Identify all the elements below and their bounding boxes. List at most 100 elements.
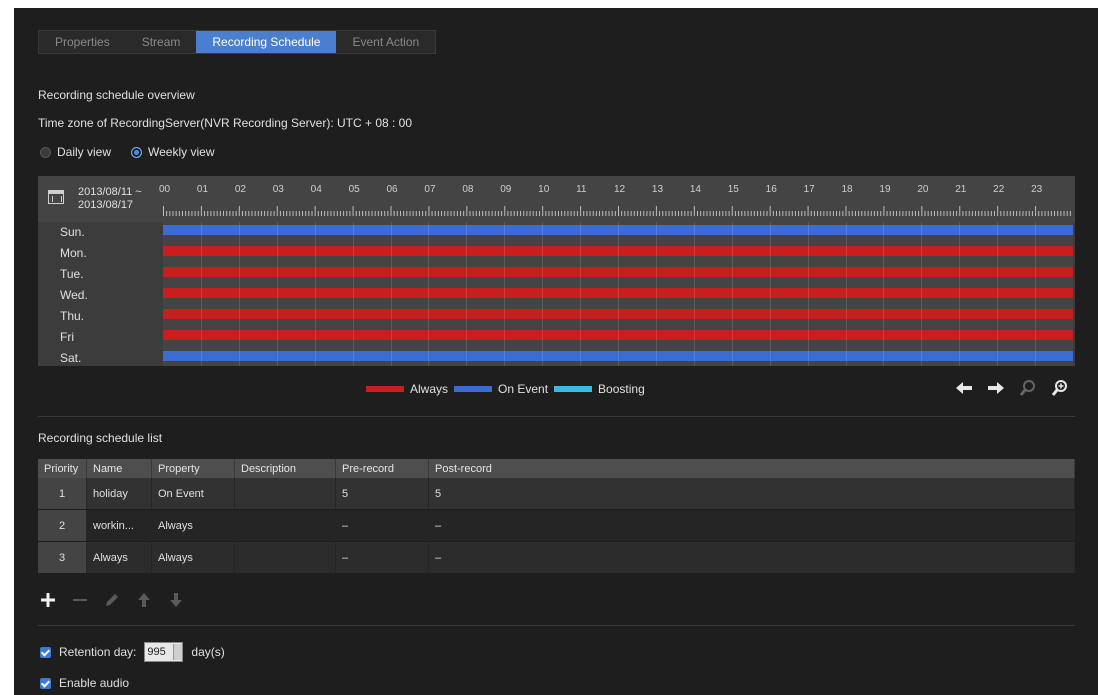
day-label: Fri bbox=[60, 330, 74, 344]
day-label: Wed. bbox=[60, 288, 88, 302]
date-range: 2013/08/11 ~ 2013/08/17 bbox=[78, 186, 142, 212]
timezone-text: Time zone of RecordingServer(NVR Recordi… bbox=[38, 116, 413, 130]
schedule-legend: Always On Event Boosting bbox=[360, 382, 645, 396]
weekly-view-radio[interactable] bbox=[131, 146, 143, 158]
hour-label: 00 bbox=[159, 184, 171, 195]
date-range-start: 2013/08/11 ~ bbox=[78, 186, 142, 198]
schedule-nav bbox=[954, 378, 1070, 398]
hour-gridline bbox=[428, 222, 430, 366]
audio-row: Enable audio bbox=[40, 676, 129, 690]
schedule-list-toolbar bbox=[38, 590, 186, 610]
row-property: Always bbox=[151, 541, 235, 574]
row-description bbox=[234, 478, 336, 510]
enable-audio-checkbox[interactable] bbox=[40, 677, 51, 689]
zoom-out-icon[interactable] bbox=[1018, 378, 1038, 398]
tab-event-action[interactable]: Event Action bbox=[336, 31, 435, 53]
tab-recording-schedule[interactable]: Recording Schedule bbox=[196, 31, 337, 53]
row-priority: 2 bbox=[38, 509, 87, 542]
legend-on-event-swatch bbox=[454, 386, 493, 392]
row-post-record: 5 bbox=[428, 478, 1075, 510]
add-icon[interactable] bbox=[38, 590, 58, 610]
hour-label: 05 bbox=[348, 184, 360, 195]
row-description bbox=[234, 541, 336, 574]
time-ruler bbox=[163, 206, 1073, 216]
row-pre-record: – bbox=[335, 541, 429, 574]
col-priority: Priority bbox=[38, 459, 87, 478]
col-description: Description bbox=[234, 459, 336, 478]
hour-label: 04 bbox=[310, 184, 322, 195]
legend-on-event-label: On Event bbox=[498, 382, 549, 396]
retention-input[interactable] bbox=[145, 646, 174, 658]
hour-gridline bbox=[693, 222, 695, 366]
schedule-bars[interactable] bbox=[163, 222, 1073, 366]
hour-gridline bbox=[390, 222, 392, 366]
arrow-left-icon[interactable] bbox=[954, 378, 974, 398]
col-property: Property bbox=[151, 459, 235, 478]
section-divider bbox=[38, 625, 1075, 626]
hour-label: 17 bbox=[803, 184, 815, 195]
hour-gridline bbox=[200, 222, 202, 366]
tab-properties[interactable]: Properties bbox=[39, 31, 126, 53]
hour-gridline bbox=[731, 222, 733, 366]
retention-label: Retention day: bbox=[59, 645, 137, 659]
retention-row: Retention day: day(s) bbox=[40, 642, 225, 662]
hour-gridline bbox=[314, 222, 316, 366]
arrow-right-icon[interactable] bbox=[986, 378, 1006, 398]
move-up-icon[interactable] bbox=[134, 590, 154, 610]
hour-label: 20 bbox=[917, 184, 929, 195]
table-row[interactable]: 3 Always Always – – bbox=[38, 541, 1075, 574]
day-label: Thu. bbox=[60, 309, 85, 323]
hour-gridline bbox=[618, 222, 619, 366]
daily-view-label[interactable]: Daily view bbox=[57, 145, 111, 159]
calendar-icon[interactable] bbox=[48, 190, 64, 204]
move-down-icon[interactable] bbox=[166, 590, 186, 610]
zoom-in-icon[interactable] bbox=[1050, 378, 1070, 398]
hour-label: 10 bbox=[538, 184, 550, 195]
hour-gridline bbox=[542, 222, 544, 366]
enable-audio-label: Enable audio bbox=[59, 676, 130, 690]
schedule-list-table: Priority Name Property Description Pre-r… bbox=[38, 459, 1075, 574]
row-pre-record: 5 bbox=[335, 478, 429, 510]
edit-icon[interactable] bbox=[102, 590, 122, 610]
hour-label: 03 bbox=[272, 184, 284, 195]
hour-label: 09 bbox=[500, 184, 512, 195]
legend-boosting-label: Boosting bbox=[598, 382, 645, 396]
table-row[interactable]: 1 holiday On Event 5 5 bbox=[38, 478, 1075, 510]
retention-stepper[interactable] bbox=[144, 642, 184, 662]
row-priority: 1 bbox=[38, 478, 87, 510]
hour-label: 01 bbox=[196, 184, 209, 195]
hour-label: 15 bbox=[727, 184, 739, 195]
overview-title: Recording schedule overview bbox=[38, 88, 195, 102]
tab-stream[interactable]: Stream bbox=[126, 31, 197, 53]
row-name: workin... bbox=[86, 509, 152, 542]
row-post-record: – bbox=[428, 509, 1075, 542]
retention-checkbox[interactable] bbox=[40, 646, 51, 658]
remove-icon[interactable] bbox=[70, 590, 90, 610]
hour-label: 16 bbox=[765, 184, 777, 195]
hour-gridline bbox=[466, 222, 468, 366]
hour-gridline bbox=[921, 222, 923, 366]
col-post-record: Post-record bbox=[428, 459, 1075, 478]
col-name: Name bbox=[86, 459, 152, 478]
row-post-record: – bbox=[428, 541, 1075, 574]
hour-label: 19 bbox=[879, 184, 891, 195]
row-description bbox=[234, 509, 336, 542]
row-name: holiday bbox=[86, 478, 152, 510]
daily-view-radio[interactable] bbox=[40, 146, 51, 158]
row-property: Always bbox=[151, 509, 235, 542]
hour-label: 02 bbox=[234, 184, 246, 195]
hour-gridline bbox=[883, 222, 885, 366]
hour-label: 07 bbox=[424, 184, 436, 195]
stepper-arrows-icon[interactable] bbox=[173, 644, 183, 660]
table-row[interactable]: 2 workin... Always – – bbox=[38, 509, 1075, 542]
legend-always-label: Always bbox=[410, 382, 449, 396]
hour-gridline bbox=[655, 222, 657, 366]
row-priority: 3 bbox=[38, 541, 87, 574]
day-labels: Sun. Mon. Tue. Wed. Thu. Fri Sat. bbox=[38, 222, 163, 369]
section-divider bbox=[38, 416, 1075, 417]
day-label: Sun. bbox=[60, 225, 85, 239]
col-pre-record: Pre-record bbox=[335, 459, 429, 478]
hour-label: 23 bbox=[1031, 184, 1043, 195]
hour-label: 14 bbox=[689, 184, 701, 195]
weekly-view-label[interactable]: Weekly view bbox=[148, 145, 214, 159]
